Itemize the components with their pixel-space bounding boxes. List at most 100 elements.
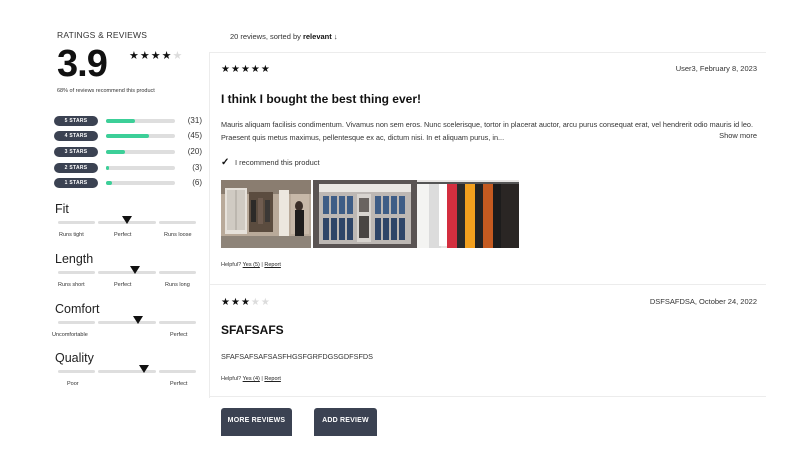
characteristic-title: Fit	[55, 202, 69, 216]
star-filter-row[interactable]: 5 STARS (31)	[54, 116, 202, 126]
scale-segment	[159, 221, 196, 224]
review-photo-thumbnail[interactable]	[417, 180, 519, 248]
star-icon: ★	[150, 50, 162, 62]
characteristic-fit: Fit Runs tight Perfect Runs loose	[52, 202, 202, 242]
divider	[210, 52, 766, 53]
review-star-rating: ★★★★★	[221, 64, 271, 75]
rating-bar-track	[106, 150, 175, 154]
star-empty-icon: ★	[260, 297, 271, 308]
average-star-rating: ★★★★★	[129, 49, 183, 62]
scale-label: Perfect	[170, 381, 188, 387]
review-body: Mauris aliquam facilisis condimentum. Vi…	[221, 118, 757, 144]
scale-segment	[98, 271, 156, 274]
star-filter-button[interactable]: 4 STARS	[54, 131, 98, 141]
scale-segment	[58, 321, 95, 324]
scale-segment	[58, 221, 95, 224]
recommend-line: ✓ I recommend this product	[221, 157, 320, 168]
scale-marker-icon	[133, 316, 144, 324]
characteristic-quality: Quality Poor Perfect	[52, 351, 202, 391]
star-filter-button[interactable]: 5 STARS	[54, 116, 98, 126]
rating-bar-fill	[106, 134, 149, 138]
characteristic-title: Comfort	[55, 302, 100, 316]
checkmark-icon: ✓	[221, 157, 230, 168]
divider	[210, 284, 766, 285]
divider	[210, 396, 766, 397]
scale-marker-icon	[138, 365, 149, 373]
review-tile: ★★★★★ DSFSAFDSA, October 24, 2022 SFAFSA…	[221, 297, 757, 387]
star-filter-row[interactable]: 2 STARS (3)	[54, 163, 202, 173]
star-icon: ★	[230, 64, 241, 75]
rating-bar-fill	[106, 181, 112, 185]
review-photos	[221, 180, 519, 248]
star-empty-icon: ★	[172, 50, 184, 62]
review-star-rating: ★★★★★	[221, 297, 271, 308]
helpful-yes-link[interactable]: Yes (4)	[243, 376, 260, 382]
review-author-date: DSFSAFDSA, October 24, 2022	[649, 297, 757, 306]
show-more-link[interactable]: Show more	[711, 131, 757, 140]
star-icon: ★	[230, 297, 241, 308]
review-photo-thumbnail[interactable]	[313, 180, 417, 248]
star-empty-icon: ★	[250, 297, 261, 308]
report-link[interactable]: Report	[264, 376, 281, 382]
report-link[interactable]: Report	[264, 262, 281, 268]
add-review-button[interactable]: ADD REVIEW	[314, 408, 377, 436]
characteristic-title: Length	[55, 252, 94, 266]
star-icon: ★	[240, 64, 251, 75]
characteristic-title: Quality	[55, 351, 94, 365]
scale-label: Perfect	[114, 232, 132, 238]
scale-label: Uncomfortable	[52, 332, 88, 338]
review-body: SFAFSAFSAFSASFHGSFGRFDGSGDFSFDS	[221, 352, 374, 361]
star-icon: ★	[221, 297, 231, 308]
review-photo-thumbnail[interactable]	[221, 180, 311, 248]
star-filter-row[interactable]: 1 STARS (6)	[54, 178, 202, 188]
review-title: SFAFSAFS	[221, 323, 284, 337]
average-rating: 3.9	[57, 43, 108, 85]
rating-bar-fill	[106, 150, 125, 154]
rating-bar-track	[106, 166, 175, 170]
scale-segment	[159, 271, 196, 274]
rating-bar-fill	[106, 119, 136, 123]
helpful-label: Helpful?	[221, 376, 242, 382]
scale-segment	[159, 321, 196, 324]
scale-label: Poor	[67, 381, 79, 387]
ratings-summary-panel: RATINGS & REVIEWS 3.9 ★★★★★ 68% of revie…	[52, 0, 202, 454]
rating-count: (31)	[187, 116, 202, 125]
review-tile: ★★★★★ User3, February 8, 2023 I think I …	[221, 64, 757, 276]
scale-label: Perfect	[114, 282, 132, 288]
photo-boutique-image	[221, 180, 311, 248]
helpful-line: Helpful? Yes (4) | Report	[221, 376, 281, 382]
scale-label: Perfect	[170, 332, 188, 338]
helpful-line: Helpful? Yes (5) | Report	[221, 262, 281, 268]
star-filter-button[interactable]: 1 STARS	[54, 178, 98, 188]
sort-prefix: 20 reviews, sorted by	[230, 32, 301, 41]
star-icon: ★	[240, 297, 251, 308]
scale-label: Runs tight	[59, 232, 84, 238]
star-filter-button[interactable]: 3 STARS	[54, 147, 98, 157]
star-filter-button[interactable]: 2 STARS	[54, 163, 98, 173]
helpful-label: Helpful?	[221, 262, 242, 268]
rating-count: (3)	[192, 163, 202, 172]
column-divider	[209, 52, 210, 398]
recommend-text: I recommend this product	[235, 158, 320, 167]
rating-count: (45)	[187, 131, 202, 140]
characteristic-comfort: Comfort Uncomfortable Perfect	[52, 302, 202, 342]
characteristic-length: Length Runs short Perfect Runs long	[52, 252, 202, 292]
helpful-yes-link[interactable]: Yes (5)	[243, 262, 260, 268]
scale-segment	[159, 370, 196, 373]
star-filter-row[interactable]: 4 STARS (45)	[54, 131, 202, 141]
ratings-title: RATINGS & REVIEWS	[57, 30, 148, 40]
sort-dropdown[interactable]: relevant	[303, 32, 332, 41]
scale-segment	[58, 271, 95, 274]
recommend-percentage: 68% of reviews recommend this product	[57, 88, 155, 94]
star-icon: ★	[260, 64, 271, 75]
star-icon: ★	[250, 64, 261, 75]
scale-marker-icon	[130, 266, 141, 274]
photo-shirts-image	[417, 180, 519, 248]
review-author-date: User3, February 8, 2023	[675, 64, 757, 73]
star-filter-row[interactable]: 3 STARS (20)	[54, 147, 202, 157]
scale-label: Runs long	[165, 282, 190, 288]
star-icon: ★	[221, 64, 231, 75]
more-reviews-button[interactable]: MORE REVIEWS	[221, 408, 292, 436]
scale-segment	[58, 370, 95, 373]
sort-arrow-icon[interactable]: ↓	[334, 32, 338, 41]
